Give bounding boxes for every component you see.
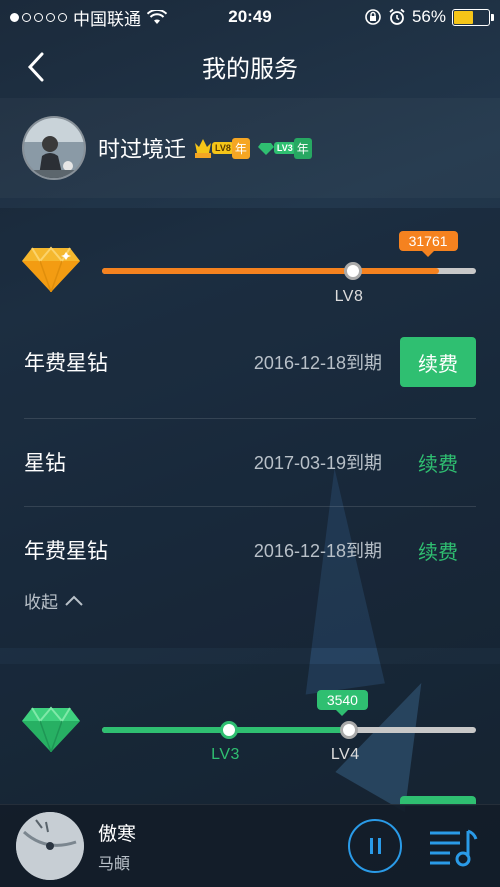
- renew-button[interactable]: 续费: [400, 536, 476, 565]
- renew-button[interactable]: 续费: [400, 337, 476, 387]
- membership-row: 年费星钻 2016-12-18到期 续费: [24, 318, 476, 406]
- status-bar: 中国联通 20:49 56%: [0, 0, 500, 34]
- collapse-label: 收起: [24, 593, 58, 612]
- membership-row: 年费星钻 2016-12-18到期 续费: [24, 506, 476, 594]
- back-button[interactable]: [22, 50, 52, 84]
- page-title: 我的服务: [202, 55, 298, 83]
- collapse-toggle[interactable]: 收起: [24, 588, 84, 613]
- album-cover[interactable]: [16, 812, 84, 880]
- yellow-progress-fill: [102, 268, 439, 274]
- yellow-level-marker: [343, 262, 362, 280]
- playlist-icon[interactable]: [428, 825, 478, 869]
- username: 时过境迁: [98, 137, 187, 162]
- signal-strength-icon: [10, 12, 67, 22]
- membership-expiry: 2016-12-18到期: [253, 541, 382, 561]
- mini-player: 傲寒 马頔: [0, 804, 500, 887]
- battery-percentage: 56%: [411, 7, 446, 26]
- green-diamond-icon: [22, 706, 80, 752]
- diamond-small-icon: [257, 143, 274, 155]
- chevron-up-icon: [65, 595, 83, 606]
- membership-row: 星钻 2017-03-19到期 续费: [24, 418, 476, 506]
- green-current-level-label: LV3: [211, 746, 240, 763]
- pause-button[interactable]: [348, 819, 402, 873]
- navigation-bar: 我的服务: [0, 34, 500, 98]
- yellow-score-tooltip: 31761: [398, 231, 458, 257]
- green-next-level-marker: [339, 721, 358, 739]
- membership-name: 年费星钻: [24, 540, 108, 563]
- profile-header: 时过境迁 LV8 年 LV3 年: [0, 98, 500, 198]
- song-artist: 马頔: [98, 855, 131, 873]
- song-title: 傲寒: [98, 823, 137, 845]
- membership-expiry: 2017-03-19到期: [253, 453, 382, 473]
- membership-expiry: 2016-12-18到期: [253, 353, 382, 373]
- carrier-name: 中国联通: [73, 9, 141, 29]
- membership-name: 星钻: [24, 452, 66, 475]
- renew-button[interactable]: 续费: [400, 448, 476, 477]
- green-score-tooltip: 3540: [316, 690, 368, 716]
- green-next-level-label: LV4: [330, 746, 360, 763]
- avatar[interactable]: [22, 116, 86, 180]
- crown-icon: [195, 139, 212, 158]
- alarm-icon: [389, 8, 405, 25]
- membership-name: 年费星钻: [24, 352, 108, 375]
- vip-badge-gold: LV8 年: [194, 135, 250, 161]
- rotation-lock-icon: [365, 9, 381, 25]
- vip-badge-green: LV3 年: [257, 135, 312, 161]
- yellow-diamond-icon: [22, 246, 80, 292]
- pause-icon: [369, 838, 373, 854]
- battery-icon: [452, 8, 494, 26]
- yellow-level-label: LV8: [334, 288, 364, 305]
- wifi-icon: [147, 9, 167, 24]
